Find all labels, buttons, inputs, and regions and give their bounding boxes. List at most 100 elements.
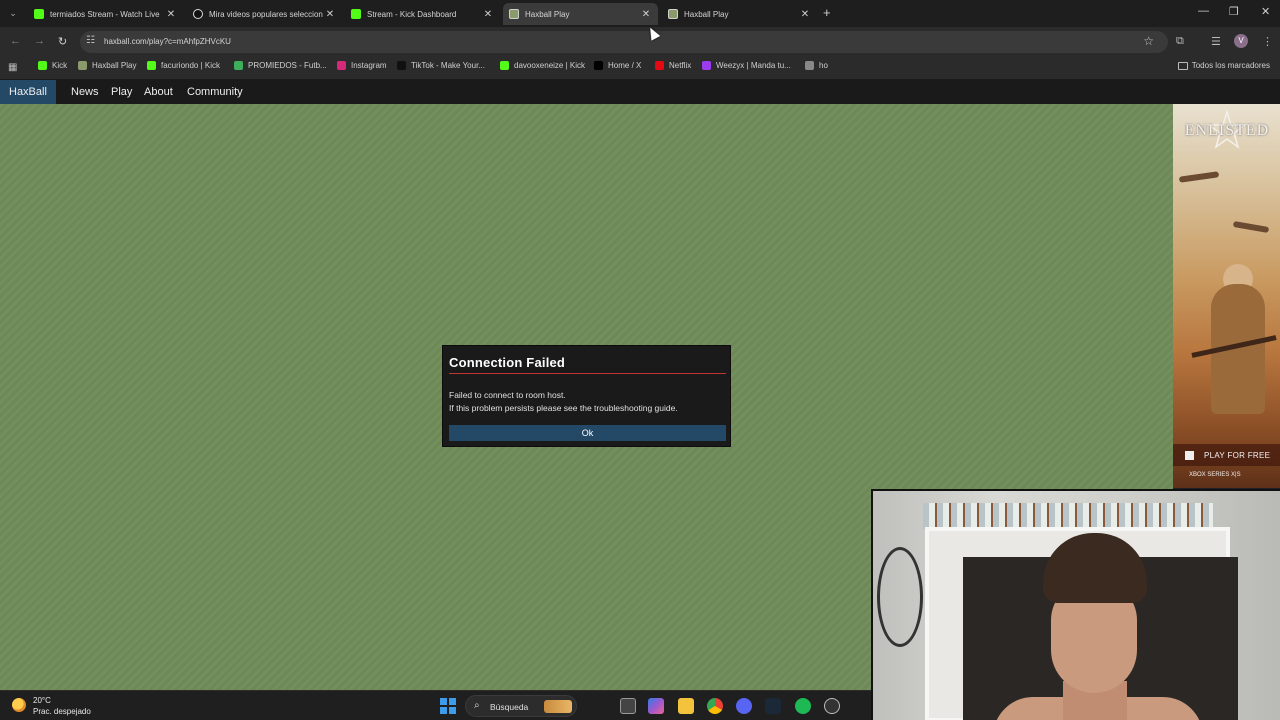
ok-button[interactable]: Ok [449,425,726,441]
weather-sun-icon[interactable] [12,698,26,712]
ad-cta-label: PLAY FOR FREE [1204,450,1271,460]
search-icon: ⌕ [474,700,480,711]
taskbar-search[interactable]: ⌕ Búsqueda [465,695,577,717]
tab-title: Mira videos populares seleccion [209,9,323,19]
browser-toolbar: ← → ↻ ☷ haxball.com/play?c=mAhfpZHVcKU ☆… [0,27,1280,56]
tab-title: Stream - Kick Dashboard [367,9,457,19]
browser-tab-strip: ⌄ termiados Stream - Watch Live ✕ Mira v… [0,0,1280,27]
bookmark-item[interactable]: Kick [38,61,67,70]
airplane-graphic [1232,220,1270,234]
bookmark-favicon-icon [500,61,509,70]
file-explorer-icon[interactable] [678,698,694,714]
bookmark-favicon-icon [234,61,243,70]
all-bookmarks-label: Todos los marcadores [1191,61,1270,70]
folder-icon [1177,61,1188,70]
browser-tab-2[interactable]: Stream - Kick Dashboard ✕ [345,3,500,25]
chrome-icon[interactable] [707,698,723,714]
restore-icon[interactable]: ❐ [1229,5,1239,18]
browser-tab-0[interactable]: termiados Stream - Watch Live ✕ [28,3,183,25]
bookmark-item[interactable]: TikTok - Make Your... [397,61,485,70]
new-tab-button[interactable]: + [823,5,831,20]
weather-description[interactable]: Prac. despejado [33,707,91,716]
bookmark-item[interactable]: facuriondo | Kick [147,61,220,70]
nav-about[interactable]: About [135,80,182,104]
all-bookmarks-folder[interactable]: Todos los marcadores [1177,61,1270,70]
kick-icon [351,9,361,19]
address-bar[interactable]: ☷ haxball.com/play?c=mAhfpZHVcKU ☆ [80,31,1168,53]
ad-logo: ENLISTED [1184,122,1270,139]
tab-title: Haxball Play [525,9,570,19]
profile-avatar[interactable]: V [1234,34,1248,48]
bookmark-item[interactable]: ho [805,61,828,70]
webcam-overlay [871,489,1280,720]
bookmark-label: Kick [52,61,68,70]
browser-tab-3[interactable]: Haxball Play ✕ [503,3,658,25]
windows-taskbar: 20°C Prac. despejado ⌕ Búsqueda [0,690,871,720]
nav-brand-haxball[interactable]: HaxBall [0,80,56,104]
bookmark-favicon-icon [655,61,664,70]
back-icon[interactable]: ← [10,35,21,47]
close-tab-icon[interactable]: ✕ [482,9,494,20]
close-window-icon[interactable]: ✕ [1261,5,1270,18]
dialog-divider [449,373,726,374]
reload-icon[interactable]: ↻ [58,35,67,48]
bookmark-item[interactable]: Weezyx | Manda tu... [702,61,791,70]
close-tab-icon[interactable]: ✕ [165,9,177,20]
kick-icon [34,9,44,19]
close-tab-icon[interactable]: ✕ [799,9,811,20]
steam-icon[interactable] [765,698,781,714]
haxball-icon [509,9,519,19]
bookmark-favicon-icon [78,61,87,70]
close-tab-icon[interactable]: ✕ [640,9,652,20]
bookmark-favicon-icon [594,61,603,70]
reading-list-icon[interactable]: ☰ [1211,35,1221,48]
windows-logo-icon [1185,450,1194,460]
bookmark-item[interactable]: PROMIEDOS - Futb... [234,61,327,70]
play-for-free-button[interactable]: PLAY FOR FREE [1173,444,1280,466]
close-tab-icon[interactable]: ✕ [324,9,336,20]
dialog-message-line-2: If this problem persists please see the … [449,403,678,413]
site-settings-icon[interactable]: ☷ [86,35,95,46]
bookmark-star-icon[interactable]: ☆ [1143,34,1154,48]
nav-community[interactable]: Community [178,80,252,104]
bookmark-favicon-icon [38,61,47,70]
minimize-icon[interactable]: — [1198,5,1209,17]
spotify-icon[interactable] [795,698,811,714]
haxball-nav: HaxBall News Play About Community [0,80,1280,104]
airplane-graphic [1178,171,1220,183]
nav-news[interactable]: News [62,80,108,104]
tab-title: Haxball Play [684,9,729,19]
ad-platforms: XBOX SERIES X|S [1189,472,1241,478]
discord-icon[interactable] [736,698,752,714]
bookmark-item[interactable]: Home / X [594,61,641,70]
app-icon[interactable] [824,698,840,714]
address-url[interactable]: haxball.com/play?c=mAhfpZHVcKU [104,37,231,46]
webcam-shelf [923,503,1213,529]
forward-icon[interactable]: → [34,35,45,47]
apps-grid-icon[interactable]: ▦ [8,62,17,73]
browser-tab-4[interactable]: Haxball Play ✕ [662,3,817,25]
windows-start-icon[interactable] [440,698,456,714]
haxball-icon [668,9,678,19]
extensions-icon[interactable]: ⧉ [1176,35,1184,48]
bookmark-item[interactable]: Netflix [655,61,691,70]
bookmark-favicon-icon [147,61,156,70]
bookmark-label: TikTok - Make Your... [411,61,485,70]
bookmark-favicon-icon [397,61,406,70]
bookmark-item[interactable]: davooxeneize | Kick [500,61,585,70]
bookmark-label: PROMIEDOS - Futb... [248,61,327,70]
bookmark-label: Weezyx | Manda tu... [716,61,791,70]
browser-tab-1[interactable]: Mira videos populares seleccion ✕ [187,3,342,25]
copilot-icon[interactable] [648,698,664,714]
kebab-menu-icon[interactable]: ⋮ [1262,35,1273,48]
enlisted-ad-banner[interactable]: ENLISTED PLAY FOR FREE XBOX SERIES X|S [1173,104,1280,488]
bookmark-item[interactable]: Haxball Play [78,61,136,70]
search-highlight-graphic [544,700,572,713]
bookmark-item[interactable]: Instagram [337,61,387,70]
bookmark-label: Netflix [669,61,692,70]
weather-temperature[interactable]: 20°C [33,696,51,705]
task-view-icon[interactable] [620,698,636,714]
tab-search-icon[interactable]: ⌄ [6,6,20,20]
bookmark-favicon-icon [805,61,814,70]
tiktok-icon [193,9,203,19]
